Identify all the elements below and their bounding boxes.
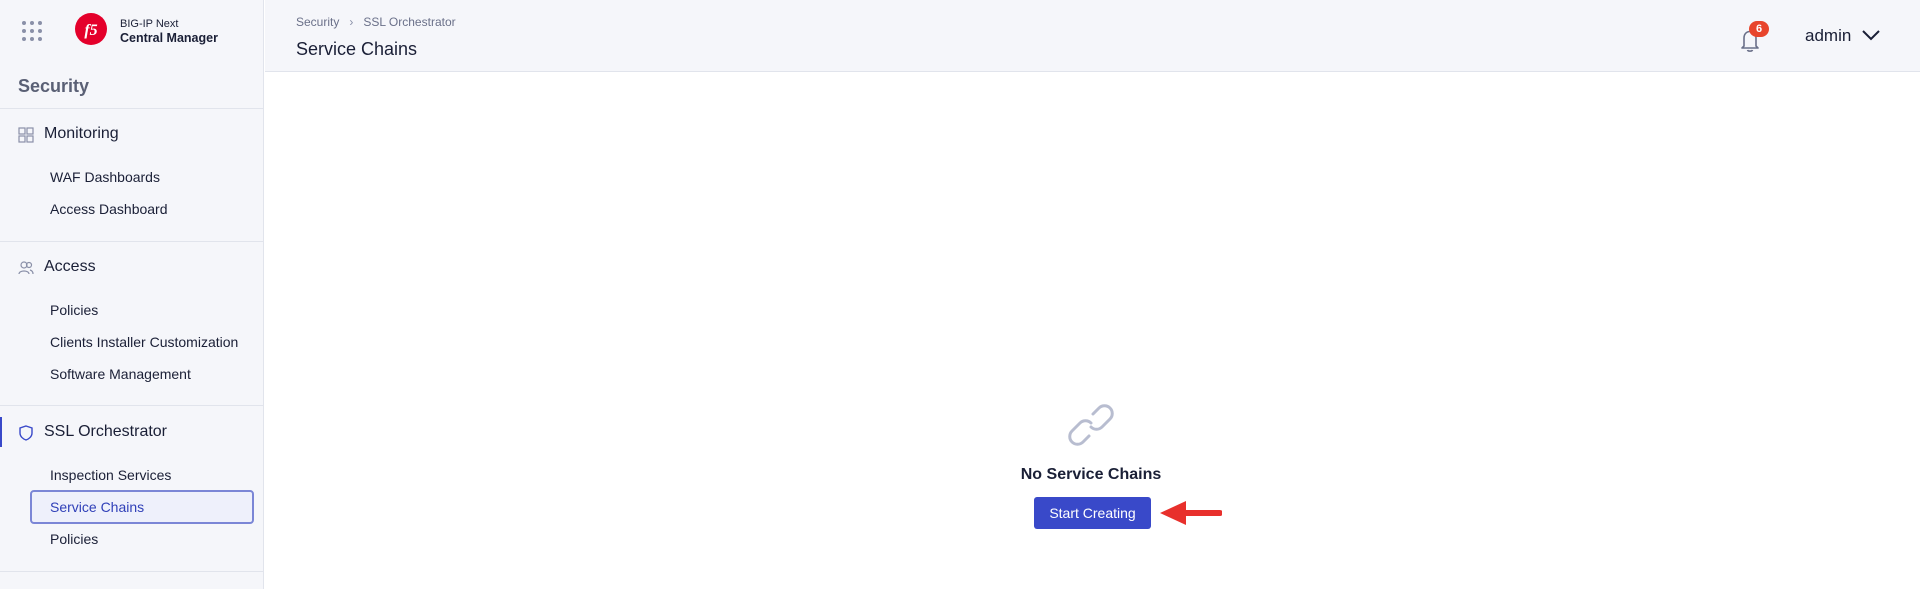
- notification-count-badge: 6: [1749, 21, 1769, 37]
- sidebar-item-ssl-policies[interactable]: Policies: [30, 522, 254, 556]
- page-title: Service Chains: [296, 39, 418, 59]
- sidebar-group-label: Access: [44, 258, 96, 275]
- annotation-arrow-icon: [1160, 501, 1222, 525]
- divider: [0, 108, 264, 109]
- top-header: Security › SSL Orchestrator Service Chai…: [265, 0, 1920, 72]
- sidebar-item-software-management[interactable]: Software Management: [30, 357, 254, 391]
- sidebar-group-monitoring[interactable]: Monitoring: [0, 117, 264, 151]
- breadcrumb: Security › SSL Orchestrator: [296, 15, 456, 29]
- sidebar-item-label: Inspection Services: [50, 467, 172, 483]
- sidebar-item-inspection-services[interactable]: Inspection Services: [30, 458, 254, 492]
- chevron-right-icon: ›: [349, 15, 354, 29]
- sidebar-item-label: Clients Installer Customization: [50, 334, 239, 350]
- empty-state-title: No Service Chains: [1020, 466, 1162, 483]
- brand-line1: BIG-IP Next: [120, 18, 179, 30]
- sidebar-item-clients-installer-customization[interactable]: Clients Installer Customization: [30, 325, 254, 359]
- brand-header: f5 BIG-IP Next Central Manager: [0, 0, 264, 62]
- sidebar-item-label: WAF Dashboards: [50, 169, 160, 185]
- sidebar-item-policies[interactable]: Policies: [30, 293, 254, 327]
- chevron-down-icon: [1862, 30, 1880, 41]
- app-window: f5 BIG-IP Next Central Manager Security …: [0, 0, 1920, 589]
- sidebar-group-label: SSL Orchestrator: [44, 423, 168, 440]
- users-icon: [18, 261, 34, 275]
- f5-logo[interactable]: f5: [74, 12, 108, 46]
- shield-icon: [19, 425, 33, 441]
- svg-text:f5: f5: [84, 22, 97, 39]
- app-launcher-icon[interactable]: [20, 19, 44, 43]
- user-name: admin: [1805, 26, 1852, 45]
- divider: [0, 241, 264, 242]
- brand-name: BIG-IP Next Central Manager: [120, 17, 218, 45]
- sidebar-item-access-dashboard[interactable]: Access Dashboard: [30, 192, 254, 226]
- sidebar-item-label: Policies: [50, 531, 99, 547]
- sidebar-item-waf-dashboards[interactable]: WAF Dashboards: [30, 160, 254, 194]
- divider: [0, 405, 264, 406]
- sidebar-group-access[interactable]: Access: [0, 250, 264, 284]
- start-creating-button[interactable]: Start Creating: [1034, 497, 1151, 529]
- breadcrumb-item-security[interactable]: Security: [296, 15, 339, 29]
- sidebar-group-label: Monitoring: [44, 125, 119, 142]
- sidebar-section-title: Security: [18, 76, 90, 96]
- brand-line2: Central Manager: [120, 31, 218, 45]
- link-icon: [1068, 404, 1114, 446]
- sidebar-item-service-chains[interactable]: Service Chains: [30, 490, 254, 524]
- sidebar-item-label: Policies: [50, 302, 99, 318]
- dashboard-grid-icon: [18, 127, 34, 143]
- sidebar: f5 BIG-IP Next Central Manager Security …: [0, 0, 264, 589]
- sidebar-item-label: Service Chains: [50, 499, 145, 515]
- sidebar-item-label: Access Dashboard: [50, 201, 168, 217]
- sidebar-group-ssl-orchestrator[interactable]: SSL Orchestrator: [0, 415, 264, 449]
- divider: [0, 571, 264, 572]
- sidebar-item-label: Software Management: [50, 366, 191, 382]
- breadcrumb-item-ssl-orchestrator[interactable]: SSL Orchestrator: [363, 15, 455, 29]
